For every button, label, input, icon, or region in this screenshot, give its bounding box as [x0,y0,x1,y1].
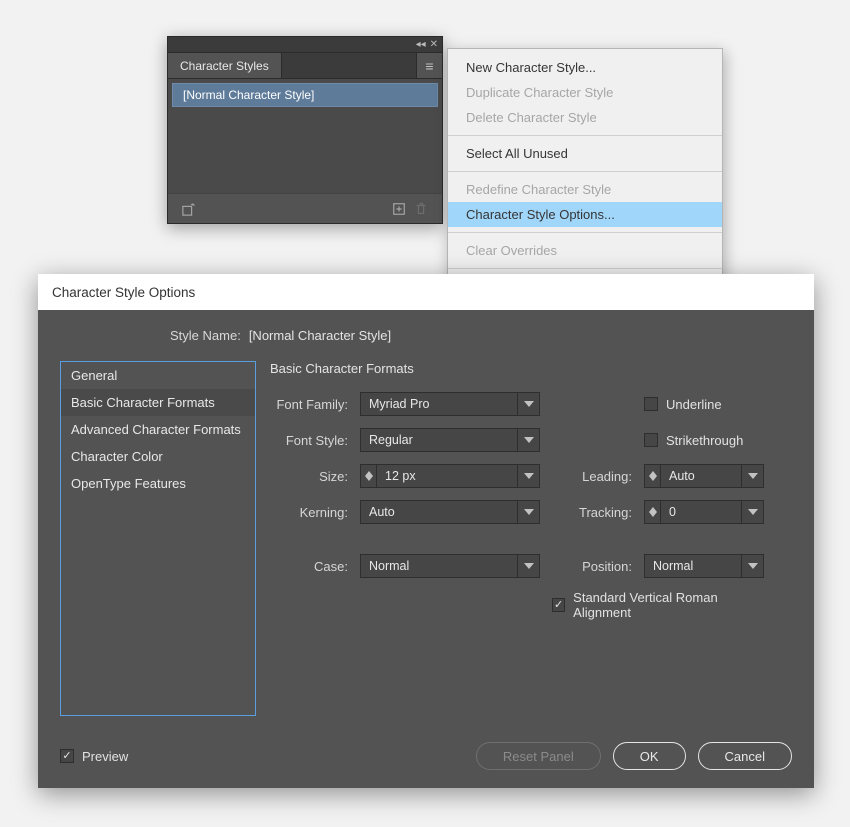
position-select[interactable]: Normal [644,554,764,578]
checkbox-box [644,433,658,447]
underline-label: Underline [666,397,722,412]
category-list: General Basic Character Formats Advanced… [60,361,256,716]
stepper-icon[interactable] [645,501,661,523]
position-value: Normal [645,559,741,573]
font-style-select[interactable]: Regular [360,428,540,452]
chevron-down-icon [741,501,763,523]
case-value: Normal [361,559,517,573]
chevron-down-icon [517,429,539,451]
style-list: [Normal Character Style] [168,79,442,193]
category-advanced-character-formats[interactable]: Advanced Character Formats [61,416,255,443]
category-general[interactable]: General [61,362,255,389]
category-opentype-features[interactable]: OpenType Features [61,470,255,497]
tab-character-styles[interactable]: Character Styles [168,53,282,78]
kerning-label: Kerning: [270,505,348,520]
menu-select-all-unused[interactable]: Select All Unused [448,141,722,166]
collapse-icon[interactable]: ◂◂ [416,39,426,50]
chevron-down-icon [741,465,763,487]
tracking-value: 0 [661,505,741,519]
section-heading: Basic Character Formats [270,361,792,376]
checkbox-box [644,397,658,411]
chevron-down-icon [517,555,539,577]
chevron-down-icon [517,393,539,415]
new-style-icon[interactable] [388,198,410,220]
chevron-down-icon [517,465,539,487]
trash-icon [410,198,432,220]
menu-separator [448,135,722,136]
panel-footer [168,193,442,223]
case-label: Case: [270,559,348,574]
reset-panel-button: Reset Panel [476,742,601,770]
new-style-from-selection-icon[interactable] [178,198,200,220]
font-style-label: Font Style: [270,433,348,448]
font-style-value: Regular [361,433,517,447]
dialog-footer: Preview Reset Panel OK Cancel [60,716,792,770]
flyout-menu-button[interactable]: ≡ [416,53,442,78]
tracking-label: Tracking: [552,505,632,520]
menu-character-style-options[interactable]: Character Style Options... [448,202,722,227]
menu-duplicate-character-style: Duplicate Character Style [448,80,722,105]
panel-tabs: Character Styles ≡ [168,53,442,79]
category-basic-character-formats[interactable]: Basic Character Formats [61,389,255,416]
form-pane: Basic Character Formats Font Family: Myr… [270,361,792,716]
kerning-select[interactable]: Auto [360,500,540,524]
character-styles-panel: ◂◂ ✕ Character Styles ≡ [Normal Characte… [167,36,443,224]
std-vertical-alignment-checkbox[interactable]: Standard Vertical Roman Alignment [552,590,764,620]
ok-button[interactable]: OK [613,742,686,770]
case-select[interactable]: Normal [360,554,540,578]
checkbox-box [60,749,74,763]
kerning-value: Auto [361,505,517,519]
panel-titlebar: ◂◂ ✕ [168,37,442,53]
character-style-options-dialog: Character Style Options Style Name: [Nor… [38,274,814,788]
style-name-value: [Normal Character Style] [249,328,391,343]
style-list-item[interactable]: [Normal Character Style] [172,83,438,107]
std-vertical-alignment-label: Standard Vertical Roman Alignment [573,590,764,620]
font-family-value: Myriad Pro [361,397,517,411]
cancel-button[interactable]: Cancel [698,742,792,770]
menu-delete-character-style: Delete Character Style [448,105,722,130]
chevron-down-icon [741,555,763,577]
size-label: Size: [270,469,348,484]
strikethrough-checkbox[interactable]: Strikethrough [644,433,764,448]
strikethrough-label: Strikethrough [666,433,743,448]
size-value: 12 px [377,469,517,483]
leading-value: Auto [661,469,741,483]
font-family-select[interactable]: Myriad Pro [360,392,540,416]
checkbox-box [552,598,565,612]
style-name-row: Style Name: [Normal Character Style] [60,328,792,343]
menu-separator [448,268,722,269]
menu-clear-overrides: Clear Overrides [448,238,722,263]
underline-checkbox[interactable]: Underline [644,397,764,412]
preview-checkbox[interactable]: Preview [60,749,128,764]
menu-redefine-character-style: Redefine Character Style [448,177,722,202]
preview-label: Preview [82,749,128,764]
style-name-label: Style Name: [170,328,241,343]
tracking-select[interactable]: 0 [644,500,764,524]
menu-separator [448,232,722,233]
menu-new-character-style[interactable]: New Character Style... [448,55,722,80]
stepper-icon[interactable] [645,465,661,487]
font-family-label: Font Family: [270,397,348,412]
stepper-icon[interactable] [361,465,377,487]
dialog-title: Character Style Options [38,274,814,310]
size-select[interactable]: 12 px [360,464,540,488]
category-character-color[interactable]: Character Color [61,443,255,470]
leading-select[interactable]: Auto [644,464,764,488]
close-icon[interactable]: ✕ [430,39,438,50]
leading-label: Leading: [552,469,632,484]
chevron-down-icon [517,501,539,523]
position-label: Position: [552,559,632,574]
menu-separator [448,171,722,172]
